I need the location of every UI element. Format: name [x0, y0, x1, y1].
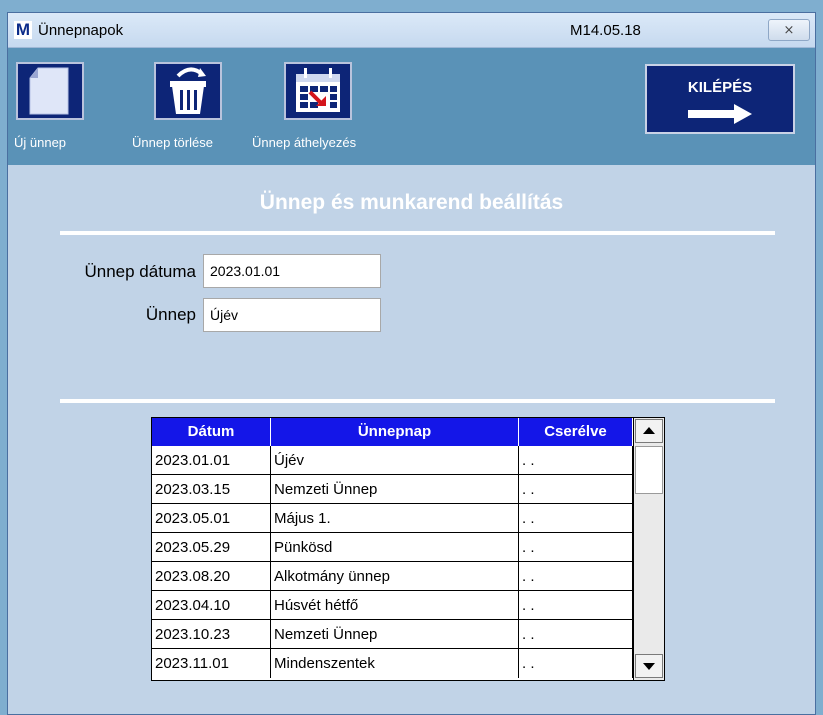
table-row[interactable]: 2023.08.20 Alkotmány ünnep . . [152, 562, 633, 591]
cell-date[interactable]: 2023.10.23 [152, 620, 271, 649]
table-row[interactable]: 2023.04.10 Húsvét hétfő . . [152, 591, 633, 620]
toolbar: Új ünnep Ünnep törlése Ünnep áthelyezés … [8, 48, 815, 165]
date-field[interactable] [203, 254, 381, 288]
divider-bottom [60, 399, 775, 403]
cell-holiday[interactable]: Nemzeti Ünnep [271, 620, 519, 649]
cell-date[interactable]: 2023.05.29 [152, 533, 271, 562]
move-holiday-button[interactable]: Ünnep áthelyezés [252, 62, 392, 162]
page-heading: Ünnep és munkarend beállítás [259, 191, 564, 214]
delete-holiday-button[interactable]: Ünnep törlése [132, 62, 242, 162]
cell-date[interactable]: 2023.08.20 [152, 562, 271, 591]
table-row[interactable]: 2023.05.01 Május 1. . . [152, 504, 633, 533]
cell-date[interactable]: 2023.11.01 [152, 649, 271, 678]
cell-swapped[interactable]: . . [519, 446, 633, 475]
holiday-field[interactable] [203, 298, 381, 332]
holiday-label: Ünnep [145, 305, 196, 324]
exit-label[interactable]: KILÉPÉS [647, 79, 793, 96]
trash-icon[interactable] [154, 62, 222, 120]
cell-date[interactable]: 2023.05.01 [152, 504, 271, 533]
cell-swapped[interactable]: . . [519, 504, 633, 533]
table-row[interactable]: 2023.10.23 Nemzeti Ünnep . . [152, 620, 633, 649]
cell-holiday[interactable]: Újév [271, 446, 519, 475]
delete-holiday-label[interactable]: Ünnep törlése [132, 135, 213, 150]
table-row[interactable]: 2023.01.01 Újév . . [152, 446, 633, 475]
close-icon[interactable]: ⨯ [784, 22, 795, 37]
cell-date[interactable]: 2023.03.15 [152, 475, 271, 504]
cell-swapped[interactable]: . . [519, 649, 633, 678]
new-document-icon[interactable] [16, 62, 84, 120]
cell-holiday[interactable]: Május 1. [271, 504, 519, 533]
scrollbar-thumb[interactable] [635, 446, 663, 494]
cell-date[interactable]: 2023.01.01 [152, 446, 271, 475]
new-holiday-label[interactable]: Új ünnep [14, 135, 66, 150]
column-header-swapped[interactable]: Cserélve [519, 418, 633, 446]
cell-swapped[interactable]: . . [519, 562, 633, 591]
cell-holiday[interactable]: Húsvét hétfő [271, 591, 519, 620]
cell-holiday[interactable]: Nemzeti Ünnep [271, 475, 519, 504]
cell-swapped[interactable]: . . [519, 533, 633, 562]
title-bar: M Ünnepnapok M14.05.18 ⨯ [8, 13, 815, 48]
new-holiday-button[interactable]: Új ünnep [14, 62, 96, 162]
date-label: Ünnep dátuma [84, 262, 196, 281]
table-row[interactable]: 2023.11.01 Mindenszentek . . [152, 649, 633, 680]
cell-holiday[interactable]: Pünkösd [271, 533, 519, 562]
arrow-right-icon[interactable] [686, 102, 756, 126]
main-window: M Ünnepnapok M14.05.18 ⨯ Új ünnep Ünnep … [7, 12, 816, 715]
arrow-up-icon[interactable] [636, 420, 662, 442]
cell-swapped[interactable]: . . [519, 475, 633, 504]
arrow-down-icon[interactable] [636, 655, 662, 677]
cell-swapped[interactable]: . . [519, 591, 633, 620]
table-row[interactable]: 2023.03.15 Nemzeti Ünnep . . [152, 475, 633, 504]
cell-swapped[interactable]: . . [519, 620, 633, 649]
holiday-table[interactable]: Dátum Ünnepnap Cserélve 2023.01.01 Újév … [151, 417, 665, 681]
divider-top [60, 231, 775, 235]
calendar-icon[interactable] [284, 62, 352, 120]
table-scrollbar[interactable] [633, 418, 664, 680]
app-icon: M [14, 20, 32, 39]
window-title: Ünnepnapok [38, 22, 124, 39]
scroll-down-button[interactable] [635, 654, 663, 678]
cell-date[interactable]: 2023.04.10 [152, 591, 271, 620]
cell-holiday[interactable]: Mindenszentek [271, 649, 519, 678]
exit-button[interactable]: KILÉPÉS [645, 64, 795, 134]
column-header-holiday[interactable]: Ünnepnap [271, 418, 519, 446]
column-header-date[interactable]: Dátum [152, 418, 271, 446]
version-label: M14.05.18 [570, 22, 641, 39]
scroll-up-button[interactable] [635, 419, 663, 443]
cell-holiday[interactable]: Alkotmány ünnep [271, 562, 519, 591]
table-row[interactable]: 2023.05.29 Pünkösd . . [152, 533, 633, 562]
close-button[interactable]: ⨯ [768, 19, 810, 41]
move-holiday-label[interactable]: Ünnep áthelyezés [252, 135, 356, 150]
